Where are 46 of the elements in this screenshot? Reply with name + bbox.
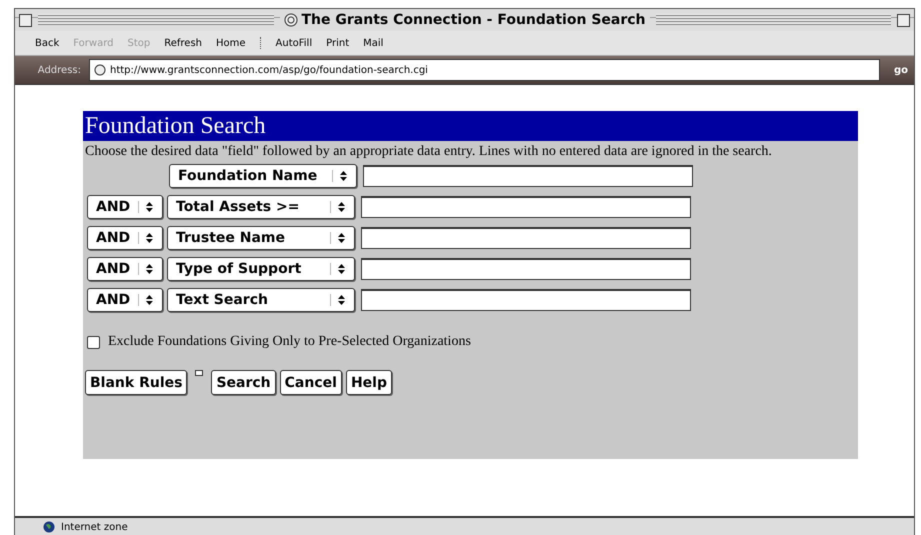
form-button[interactable]: Help	[346, 370, 392, 395]
stepper-arrows-icon	[330, 232, 348, 244]
stepper-arrows-icon	[330, 294, 348, 306]
form-button[interactable]: Search	[211, 370, 276, 395]
toolbar-button[interactable]: Refresh	[164, 38, 202, 48]
value-input-field[interactable]	[363, 165, 693, 187]
toolbar-button[interactable]: Print	[326, 38, 350, 48]
field-dropdown[interactable]: Trustee Name	[167, 226, 355, 250]
field-dropdown[interactable]: Text Search	[167, 288, 355, 312]
title-bar-stripes[interactable]	[38, 14, 274, 26]
address-label: Address:	[36, 64, 81, 76]
connector-dropdown[interactable]: AND	[87, 257, 163, 281]
field-dropdown[interactable]: Foundation Name	[169, 164, 357, 188]
connector-dropdown[interactable]: AND	[87, 288, 163, 312]
toolbar-button[interactable]: AutoFill	[276, 38, 312, 48]
value-input-field[interactable]	[361, 289, 691, 311]
go-button[interactable]: go	[888, 64, 914, 76]
small-mark-icon	[195, 370, 204, 376]
status-zone: Internet zone	[61, 522, 128, 532]
window-title: The Grants Connection - Foundation Search	[302, 12, 646, 28]
address-field[interactable]: http://www.grantsconnection.com/asp/go/foundation-search.cgi	[89, 59, 880, 81]
form-button[interactable]: Cancel	[280, 370, 342, 395]
connector-dropdown[interactable]: AND	[87, 195, 163, 219]
toolbar-button[interactable]: Back	[35, 38, 60, 48]
page-icon	[284, 13, 298, 27]
page-icon	[94, 64, 106, 76]
stepper-arrows-icon	[330, 263, 348, 275]
value-input-field[interactable]	[361, 258, 691, 280]
globe-icon	[43, 521, 55, 533]
exclude-checkbox[interactable]	[87, 336, 100, 348]
title-bar-stripes[interactable]	[656, 14, 892, 26]
stepper-arrows-icon	[332, 170, 350, 182]
form-heading: Foundation Search	[83, 111, 858, 141]
form-button[interactable]: Blank Rules	[85, 370, 188, 395]
field-dropdown[interactable]: Type of Support	[167, 257, 355, 281]
value-input-field[interactable]	[361, 227, 691, 249]
zoom-box[interactable]	[897, 14, 910, 26]
value-input-field[interactable]	[361, 196, 691, 218]
connector-dropdown[interactable]: AND	[87, 226, 163, 250]
stepper-arrows-icon	[330, 201, 348, 213]
toolbar-button[interactable]: Mail	[363, 38, 384, 48]
close-box[interactable]	[19, 14, 32, 26]
toolbar-button[interactable]: Home	[216, 38, 246, 48]
field-dropdown[interactable]: Total Assets >=	[167, 195, 355, 219]
instructions-text: Choose the desired data "field" followed by an appropriate data entry. Lines with no entered data are ignored in the search.	[85, 143, 773, 160]
checkbox-label: Exclude Foundations Giving Only to Pre-Selected Organizations	[108, 334, 471, 350]
